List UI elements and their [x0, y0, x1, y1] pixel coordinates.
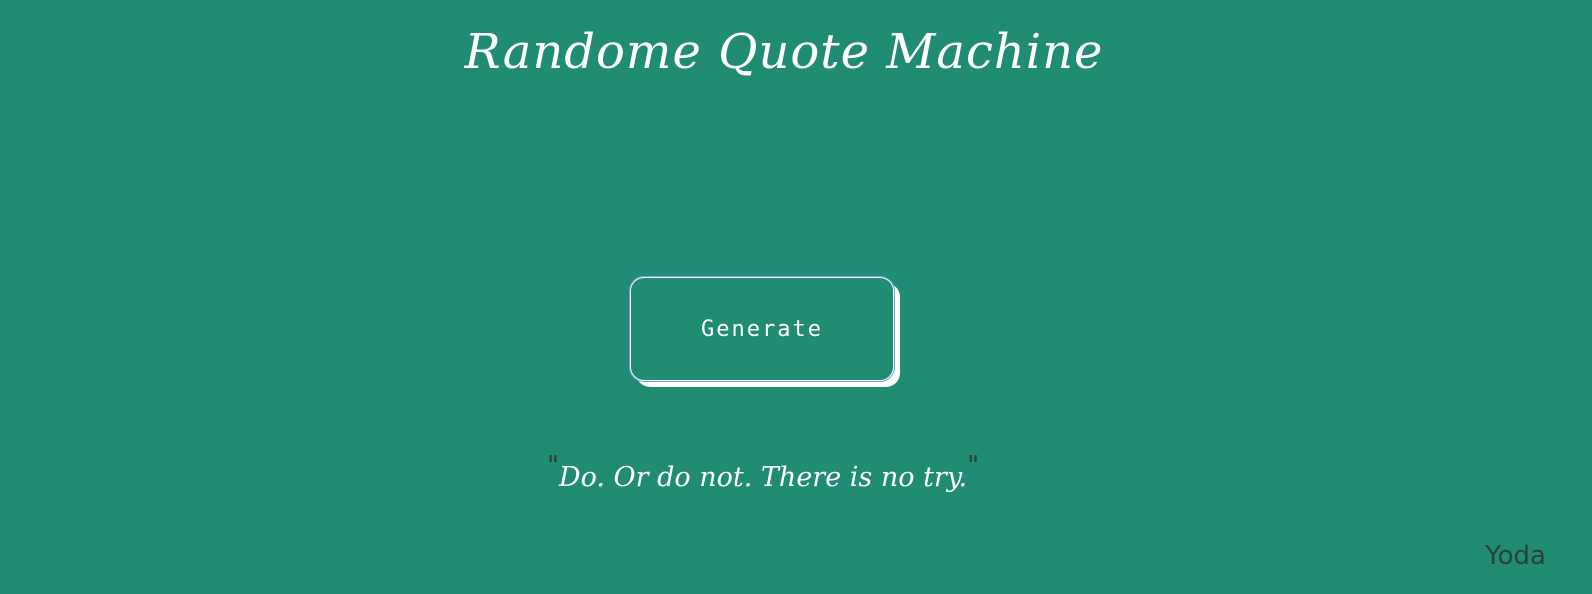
- quote-text: Do. Or do not. There is no try.: [558, 462, 968, 493]
- open-quote-mark: ": [546, 451, 559, 481]
- page-title: Randome Quote Machine: [464, 24, 1104, 80]
- quote-author: Yoda: [1485, 541, 1546, 571]
- close-quote-mark: ": [967, 451, 980, 481]
- generate-button-container: Generate: [629, 276, 900, 387]
- generate-button[interactable]: Generate: [629, 276, 895, 382]
- quote-text-container: "Do. Or do not. There is no try.": [0, 446, 1526, 498]
